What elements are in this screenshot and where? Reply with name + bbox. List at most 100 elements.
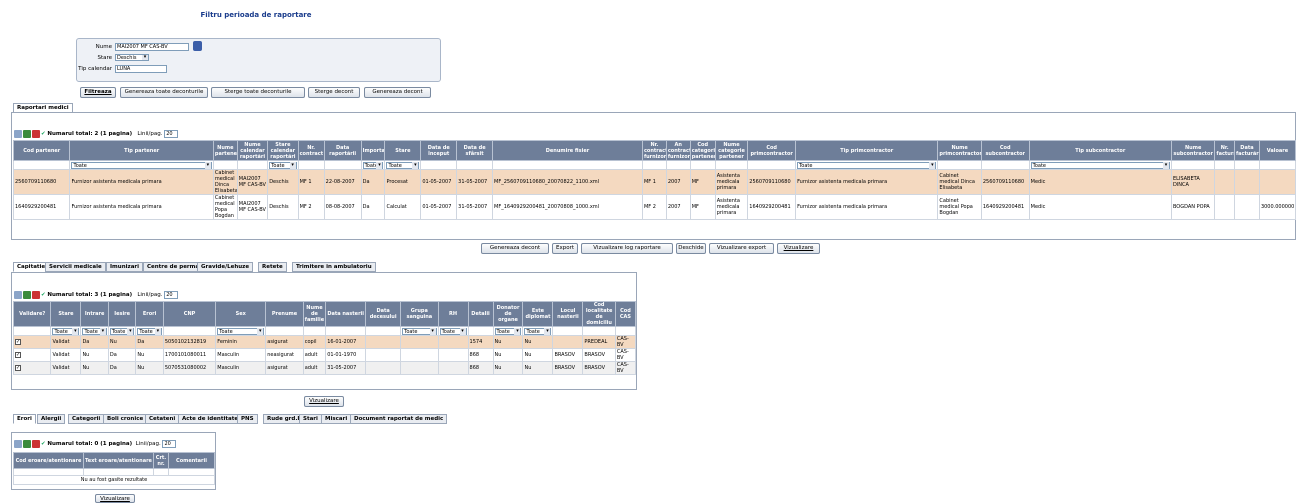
deschide-button[interactable]: Deschide bbox=[676, 243, 706, 254]
column-header[interactable]: Data de sfârsit bbox=[456, 140, 494, 161]
pdf-icon[interactable] bbox=[32, 129, 40, 138]
table-row[interactable]: ✓ Validat Nu Da Nu 5070531080002 Masculin asigu… bbox=[12, 361, 637, 375]
excel-icon[interactable] bbox=[23, 439, 31, 448]
column-header[interactable]: Text eroare/atentionare bbox=[83, 452, 154, 469]
column-header[interactable]: Nume subcontractor bbox=[1170, 140, 1216, 161]
column-header[interactable]: Cod localitate de domiciliu bbox=[582, 301, 616, 327]
filter-select[interactable]: Toate bbox=[269, 161, 297, 169]
column-header[interactable]: Validare? bbox=[12, 301, 52, 327]
tab-servicii-medicale[interactable]: Servicii medicale bbox=[45, 262, 106, 272]
filter-select[interactable]: Toate bbox=[362, 161, 384, 169]
pdf-icon[interactable] bbox=[32, 439, 40, 448]
filter-select[interactable]: Toate bbox=[386, 161, 420, 169]
filter-select[interactable]: Toate bbox=[137, 327, 162, 335]
tab-trimitere-ambulatoriu[interactable]: Trimitere in ambulatoriu bbox=[292, 262, 376, 272]
column-header[interactable]: Nume de familie bbox=[302, 301, 327, 327]
lookup-icon[interactable] bbox=[193, 41, 202, 51]
tab-erori[interactable]: Erori bbox=[13, 414, 36, 424]
column-header[interactable]: Donator de organe bbox=[492, 301, 524, 327]
column-header[interactable]: Comentarii bbox=[168, 452, 215, 469]
tab-document-raportat[interactable]: Document raportat de medic bbox=[350, 414, 448, 424]
column-header[interactable]: An contract furnizor bbox=[665, 140, 691, 161]
column-header[interactable]: Cod eroare/atentionare bbox=[13, 452, 84, 469]
tab-stari[interactable]: Stari bbox=[299, 414, 322, 424]
filter-select[interactable]: Toate bbox=[494, 327, 522, 335]
tab-pns[interactable]: PNS bbox=[237, 414, 258, 424]
print-icon[interactable] bbox=[14, 290, 22, 299]
column-header[interactable]: Locul nasterii bbox=[552, 301, 584, 327]
column-header[interactable]: Este diplomat bbox=[522, 301, 554, 327]
column-header[interactable]: Denumire fisier bbox=[492, 140, 643, 161]
column-header[interactable]: Nr. contract furnizor bbox=[641, 140, 667, 161]
stare-select[interactable]: Deschis bbox=[115, 54, 149, 61]
column-header[interactable]: Cod primcontractor bbox=[747, 140, 797, 161]
column-header[interactable]: Crt. nr. bbox=[153, 452, 169, 469]
tipcal-field[interactable]: LUNA bbox=[115, 65, 167, 73]
table-row[interactable]: ✓ Validat Da Nu Da 5050102132819 Feminin asigur… bbox=[12, 335, 637, 349]
column-header[interactable]: Nume categorie partener bbox=[714, 140, 749, 161]
column-header[interactable]: Nume calendar raportări bbox=[236, 140, 269, 161]
column-header[interactable]: CNP bbox=[162, 301, 217, 327]
filter-select[interactable]: Toate bbox=[82, 327, 107, 335]
column-header[interactable]: Cod categorie partener bbox=[689, 140, 716, 161]
column-header[interactable]: Nume partener bbox=[212, 140, 238, 161]
pdf-icon[interactable] bbox=[32, 290, 40, 299]
vizualizare2-button[interactable]: Vizualizare bbox=[304, 396, 344, 407]
table-row[interactable]: ✓ Validat Nu Da Nu 1700101080011 Masculin neasi… bbox=[12, 348, 637, 362]
validare-checkbox[interactable]: ✓ bbox=[15, 352, 21, 358]
column-header[interactable]: Importat bbox=[360, 140, 386, 161]
filter-select[interactable]: Toate bbox=[52, 327, 80, 335]
vizualizare3-button[interactable]: Vizualizare bbox=[95, 494, 135, 503]
genereaza-toate-button[interactable]: Genereaza toate deconturile bbox=[120, 87, 208, 98]
column-header[interactable]: Cod subcontractor bbox=[980, 140, 1030, 161]
tab-miscari[interactable]: Miscari bbox=[321, 414, 352, 424]
tab-alergii[interactable]: Alergii bbox=[37, 414, 66, 424]
tab-acte-identitate[interactable]: Acte de identitate bbox=[178, 414, 243, 424]
genereaza-decont2-button[interactable]: Genereaza decont bbox=[481, 243, 549, 254]
sterge-decont-button[interactable]: Sterge decont bbox=[308, 87, 360, 98]
table-row[interactable]: 2560709110680 Furnizor asistenta medicala… bbox=[12, 169, 1297, 195]
validare-checkbox[interactable]: ✓ bbox=[15, 339, 21, 345]
filtreaza-button[interactable]: Filtreaza bbox=[80, 87, 116, 98]
filter-select[interactable]: Toate bbox=[1030, 161, 1170, 169]
column-header[interactable]: Tip partener bbox=[69, 140, 214, 161]
tab-capitatie[interactable]: Capitatie bbox=[13, 262, 50, 272]
tab-boli-cronice[interactable]: Boli cronice bbox=[103, 414, 148, 424]
grid1-page-size-input[interactable]: 20 bbox=[164, 129, 179, 138]
column-header[interactable]: Tip primcontractor bbox=[795, 140, 939, 161]
column-header[interactable]: Stare calendar raportări bbox=[267, 140, 299, 161]
tab-retete[interactable]: Retete bbox=[258, 262, 287, 272]
column-header[interactable]: Stare bbox=[50, 301, 82, 327]
grid2-page-size-input[interactable]: 20 bbox=[164, 290, 179, 299]
vizualizare-button[interactable]: Vizualizare bbox=[777, 243, 820, 254]
column-header[interactable]: Erori bbox=[135, 301, 164, 327]
filter-select[interactable]: Toate bbox=[217, 327, 265, 335]
column-header[interactable]: Intrare bbox=[80, 301, 109, 327]
column-header[interactable]: Sex bbox=[215, 301, 267, 327]
column-header[interactable]: Data facturări bbox=[1233, 140, 1260, 161]
print-icon[interactable] bbox=[14, 439, 22, 448]
column-header[interactable]: Valoare bbox=[1258, 140, 1297, 161]
column-header[interactable]: Grupa sanguina bbox=[400, 301, 439, 327]
validare-checkbox[interactable]: ✓ bbox=[15, 365, 21, 371]
filter-select[interactable]: Toate bbox=[109, 327, 135, 335]
print-icon[interactable] bbox=[14, 129, 22, 138]
filter-select[interactable]: Toate bbox=[524, 327, 552, 335]
column-header[interactable]: Prenume bbox=[265, 301, 304, 327]
excel-icon[interactable] bbox=[23, 129, 31, 138]
filter-select[interactable]: Toate bbox=[439, 327, 467, 335]
column-header[interactable]: Data decesului bbox=[365, 301, 402, 327]
column-header[interactable]: Data nasterii bbox=[325, 301, 367, 327]
column-header[interactable]: Detalii bbox=[467, 301, 494, 327]
sterge-toate-button[interactable]: Sterge toate deconturile bbox=[211, 87, 305, 98]
column-header[interactable]: Data de început bbox=[420, 140, 458, 161]
tab-cetateni[interactable]: Cetateni bbox=[145, 414, 180, 424]
export-button[interactable]: Export bbox=[552, 243, 578, 254]
column-header[interactable]: Stare bbox=[384, 140, 422, 161]
column-header[interactable]: Tip subcontractor bbox=[1028, 140, 1172, 161]
filter-select[interactable]: Toate bbox=[797, 161, 937, 169]
vizualizare-export-button[interactable]: Vizualizare export bbox=[709, 243, 774, 254]
tab-categorii[interactable]: Categorii bbox=[68, 414, 105, 424]
filter-select[interactable]: Toate bbox=[71, 161, 212, 169]
nume-field[interactable]: MAI2007 MF CAS-BV bbox=[115, 43, 189, 51]
